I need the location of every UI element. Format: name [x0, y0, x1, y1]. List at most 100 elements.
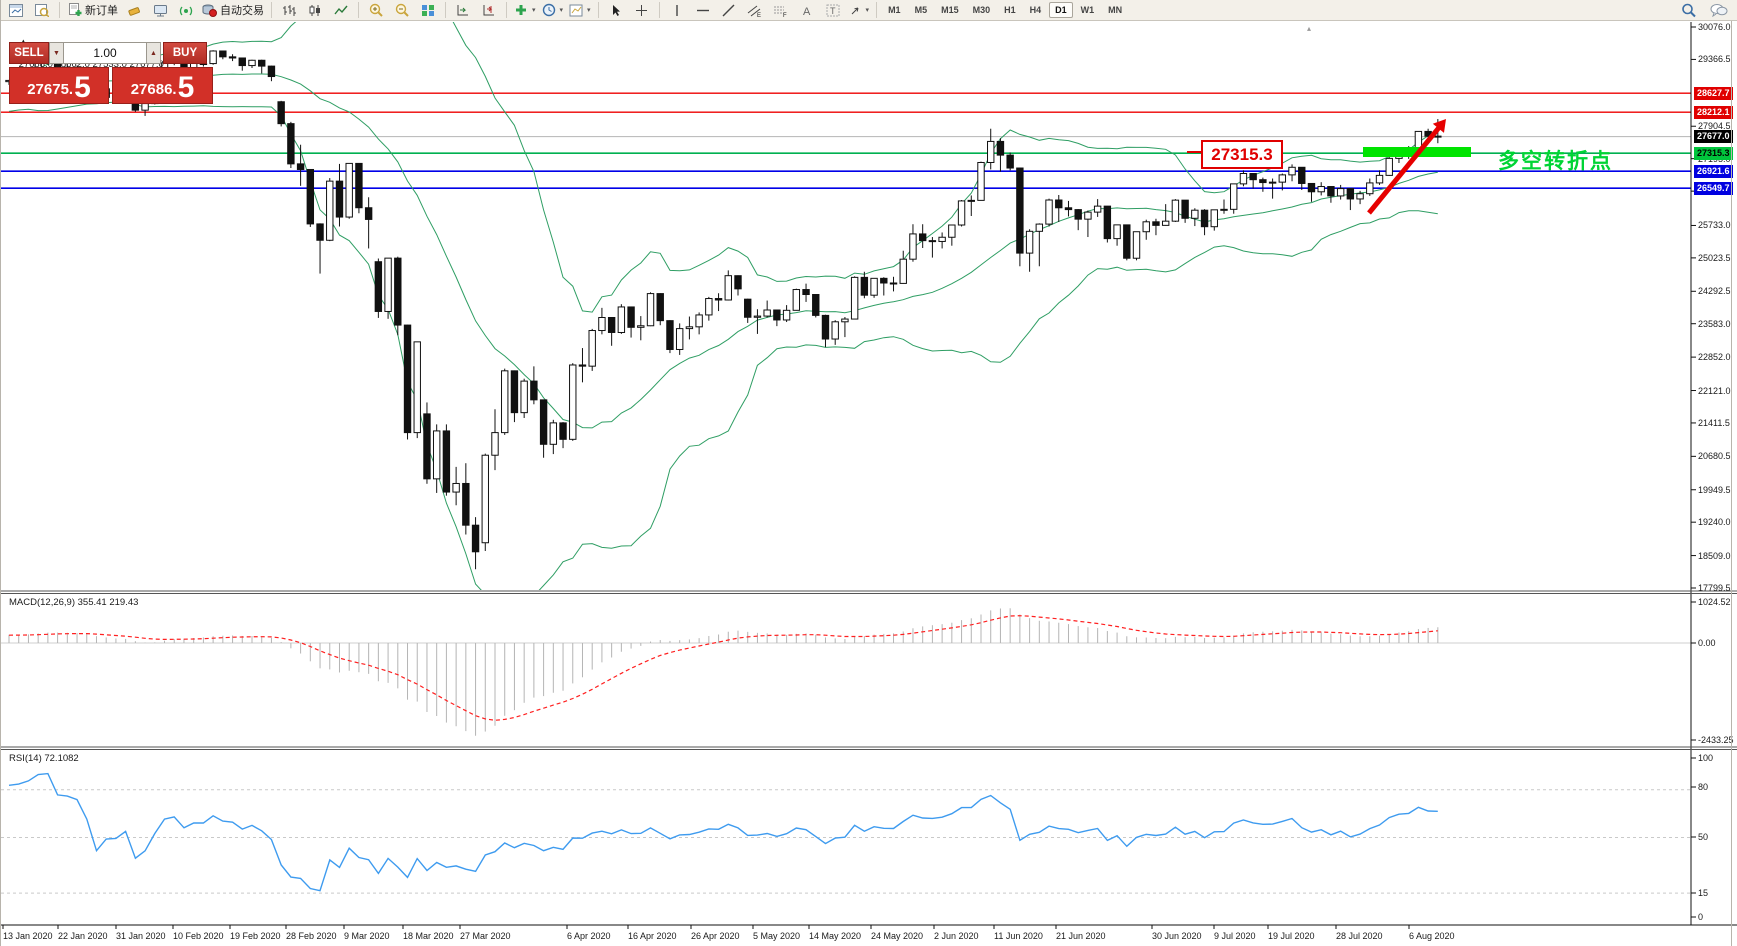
templates-button[interactable]: ▾	[567, 1, 593, 20]
text-icon[interactable]: A	[795, 1, 819, 20]
buy-button[interactable]: BUY	[163, 42, 207, 64]
fibonacci-icon[interactable]: F	[769, 1, 793, 20]
rsi-axis-tick: 15	[1698, 888, 1708, 898]
svg-text:F: F	[783, 13, 787, 17]
svg-text:E: E	[757, 13, 761, 17]
macd-header: MACD(12,26,9) 355.41 219.43	[9, 597, 138, 608]
signals-icon[interactable]	[174, 1, 198, 20]
macd-axis-tick: 1024.52	[1698, 597, 1731, 607]
date-axis-label: 9 Jul 2020	[1214, 931, 1256, 941]
price-axis-tick: 25023.5	[1698, 253, 1731, 263]
zoom-in-icon[interactable]	[364, 1, 388, 20]
date-axis-label: 21 Jun 2020	[1056, 931, 1106, 941]
one-click-trade-panel: SELL ▼ 1.00 ▲ BUY 27675. 5 27686. 5	[9, 42, 213, 104]
cjk-note-annotation[interactable]: 多空转折点	[1498, 145, 1613, 175]
toolbar: 新订单 自动交易	[1, 0, 1737, 21]
price-axis-tick: 19240.0	[1698, 517, 1731, 527]
periods-button[interactable]: ▾	[540, 1, 566, 20]
candlestick-chart-icon[interactable]	[303, 1, 327, 20]
timeframe-button-h4[interactable]: H4	[1024, 2, 1048, 18]
timeframe-button-m1[interactable]: M1	[882, 2, 907, 18]
timeframe-button-d1[interactable]: D1	[1049, 2, 1073, 18]
crosshair-icon[interactable]	[630, 1, 654, 20]
macd-axis-tick: 0.00	[1698, 638, 1716, 648]
vertical-line-icon[interactable]	[665, 1, 689, 20]
date-axis-label: 14 May 2020	[809, 931, 861, 941]
date-axis-label: 26 Apr 2020	[691, 931, 740, 941]
autotrading-button[interactable]: 自动交易	[200, 1, 266, 20]
timeframe-button-m5[interactable]: M5	[909, 2, 934, 18]
date-axis-label: 28 Jul 2020	[1336, 931, 1383, 941]
price-axis-tick: 25733.0	[1698, 220, 1731, 230]
date-axis-label: 30 Jun 2020	[1152, 931, 1202, 941]
sell-price[interactable]: 27675. 5	[9, 67, 109, 104]
price-axis-badge: 27677.0	[1694, 130, 1733, 143]
equidistant-channel-icon[interactable]: E	[743, 1, 767, 20]
chat-icon[interactable]	[1707, 1, 1731, 20]
chart-shift-icon[interactable]	[477, 1, 501, 20]
new-chart-icon[interactable]	[4, 1, 28, 20]
toolbar-separator	[598, 2, 599, 18]
volume-decrease-button[interactable]: ▼	[49, 42, 64, 64]
chart-end-marker-icon: ▴	[1307, 24, 1311, 33]
tile-windows-icon[interactable]	[416, 1, 440, 20]
price-axis-tick: 22852.0	[1698, 352, 1731, 362]
timeframe-button-w1[interactable]: W1	[1075, 2, 1101, 18]
cursor-icon[interactable]	[604, 1, 628, 20]
new-order-button[interactable]: 新订单	[65, 1, 120, 20]
horizontal-line-icon[interactable]	[691, 1, 715, 20]
volume-input[interactable]: 1.00	[64, 42, 146, 64]
sell-button[interactable]: SELL	[9, 42, 49, 64]
price-axis-tick: 20680.5	[1698, 451, 1731, 461]
zoom-out-icon[interactable]	[390, 1, 414, 20]
date-axis-label: 18 Mar 2020	[403, 931, 454, 941]
price-axis-badge: 26921.6	[1694, 165, 1733, 178]
profiles-icon[interactable]	[30, 1, 54, 20]
sell-price-fraction: 5	[74, 75, 91, 101]
indicators-add-button[interactable]: ▾	[512, 1, 538, 20]
toolbar-separator	[445, 2, 446, 18]
buy-price-main: 27686.	[131, 82, 177, 97]
price-axis-tick: 29366.5	[1698, 54, 1731, 64]
window-right-edge	[1731, 0, 1732, 946]
timeframe-button-m30[interactable]: M30	[967, 2, 997, 18]
trade-panel-row: SELL ▼ 1.00 ▲ BUY	[9, 42, 213, 64]
date-axis-label: 13 Jan 2020	[3, 931, 53, 941]
timeframe-button-m15[interactable]: M15	[935, 2, 965, 18]
svg-text:T: T	[830, 6, 836, 16]
chevron-down-icon: ▾	[560, 6, 564, 14]
price-axis-tick: 18509.0	[1698, 551, 1731, 561]
date-axis-label: 16 Apr 2020	[628, 931, 677, 941]
price-axis-badge: 26549.7	[1694, 182, 1733, 195]
rsi-axis-tick: 80	[1698, 782, 1708, 792]
date-axis-label: 2 Jun 2020	[934, 931, 979, 941]
date-axis-label: 5 May 2020	[753, 931, 800, 941]
trading-platform-window: 新订单 自动交易	[0, 0, 1737, 946]
bar-chart-icon[interactable]	[277, 1, 301, 20]
trendline-icon[interactable]	[717, 1, 741, 20]
expert-advisors-icon[interactable]	[148, 1, 172, 20]
eraser-icon[interactable]	[122, 1, 146, 20]
macd-axis-tick: -2433.25	[1698, 735, 1734, 745]
auto-scroll-icon[interactable]	[451, 1, 475, 20]
volume-increase-button[interactable]: ▲	[146, 42, 161, 64]
price-axis-tick: 19949.5	[1698, 485, 1731, 495]
chevron-down-icon: ▾	[587, 6, 591, 14]
chevron-down-icon: ▾	[866, 6, 870, 14]
line-chart-icon[interactable]	[329, 1, 353, 20]
new-order-label: 新订单	[85, 2, 118, 18]
date-axis-label: 19 Feb 2020	[230, 931, 281, 941]
timeframe-button-mn[interactable]: MN	[1102, 2, 1128, 18]
search-icon[interactable]	[1677, 1, 1701, 20]
rsi-axis-tick: 0	[1698, 912, 1703, 922]
rsi-axis-tick: 50	[1698, 832, 1708, 842]
date-axis-label: 27 Mar 2020	[460, 931, 511, 941]
price-note-annotation[interactable]: 27315.3	[1201, 140, 1283, 169]
buy-price[interactable]: 27686. 5	[112, 67, 213, 104]
price-chart[interactable]	[1, 0, 1737, 946]
buy-price-fraction: 5	[178, 75, 195, 101]
text-label-icon[interactable]: T	[821, 1, 845, 20]
trend-arrow-annotation[interactable]	[1369, 125, 1441, 213]
timeframe-button-h1[interactable]: H1	[998, 2, 1022, 18]
arrows-tool-button[interactable]: ▾	[847, 1, 872, 20]
